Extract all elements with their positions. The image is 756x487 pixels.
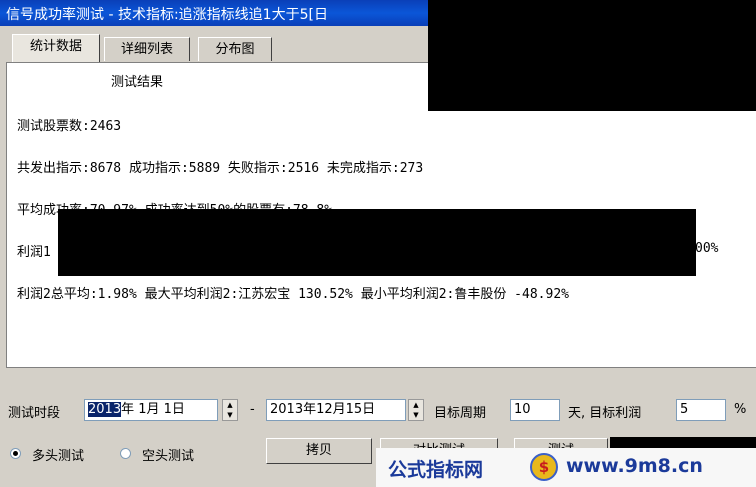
end-date-spinner[interactable]: ▲ ▼ (408, 399, 424, 421)
profit1-tail: 00% (695, 241, 719, 256)
window-title: 信号成功率测试 - 技术指标:追涨指标线追1大于5[日 (6, 7, 328, 23)
percent-sign: % (734, 402, 747, 417)
tab-detail-list[interactable]: 详细列表 (104, 37, 190, 61)
tab-statistics[interactable]: 统计数据 (12, 34, 100, 62)
profit1-label: 利润1 (17, 245, 51, 260)
redaction-box (58, 209, 696, 276)
end-date-field[interactable]: 2013年12月15日 (266, 399, 406, 421)
watermark-url: www.9m8.cn (566, 455, 703, 477)
start-date-rest: 年 1月 1日 (121, 402, 185, 417)
profit2-text: 利润2总平均:1.98% 最大平均利润2:江苏宏宝 130.52% 最小平均利润… (17, 287, 569, 302)
target-profit-input[interactable]: 5 (676, 399, 726, 421)
signals-text: 共发出指示:8678 成功指示:5889 失败指示:2516 未完成指示:273 (17, 161, 424, 176)
redaction-box (428, 0, 756, 111)
stock-count-text: 测试股票数:2463 (17, 119, 122, 134)
start-date-spinner[interactable]: ▲ ▼ (222, 399, 238, 421)
tab-distribution[interactable]: 分布图 (198, 37, 272, 61)
date-separator: - (250, 402, 255, 417)
start-date-field[interactable]: 2013年 1月 1日 (84, 399, 218, 421)
short-test-label[interactable]: 空头测试 (142, 445, 194, 464)
long-test-label[interactable]: 多头测试 (32, 445, 84, 464)
target-profit-label: 天, 目标利润 (568, 406, 642, 421)
coin-logo-icon: $ (530, 453, 558, 481)
copy-button[interactable]: 拷贝 (266, 438, 372, 464)
watermark-banner: 公式指标网 $ www.9m8.cn (376, 448, 756, 487)
start-year-selection: 2013 (88, 402, 122, 417)
target-period-label: 目标周期 (434, 406, 487, 421)
watermark-left-text: 公式指标网 (388, 459, 484, 481)
results-heading: 测试结果 (111, 75, 164, 90)
long-test-radio[interactable] (10, 448, 21, 459)
short-test-radio[interactable] (120, 448, 131, 459)
target-period-input[interactable]: 10 (510, 399, 560, 421)
period-label: 测试时段 (8, 406, 61, 421)
